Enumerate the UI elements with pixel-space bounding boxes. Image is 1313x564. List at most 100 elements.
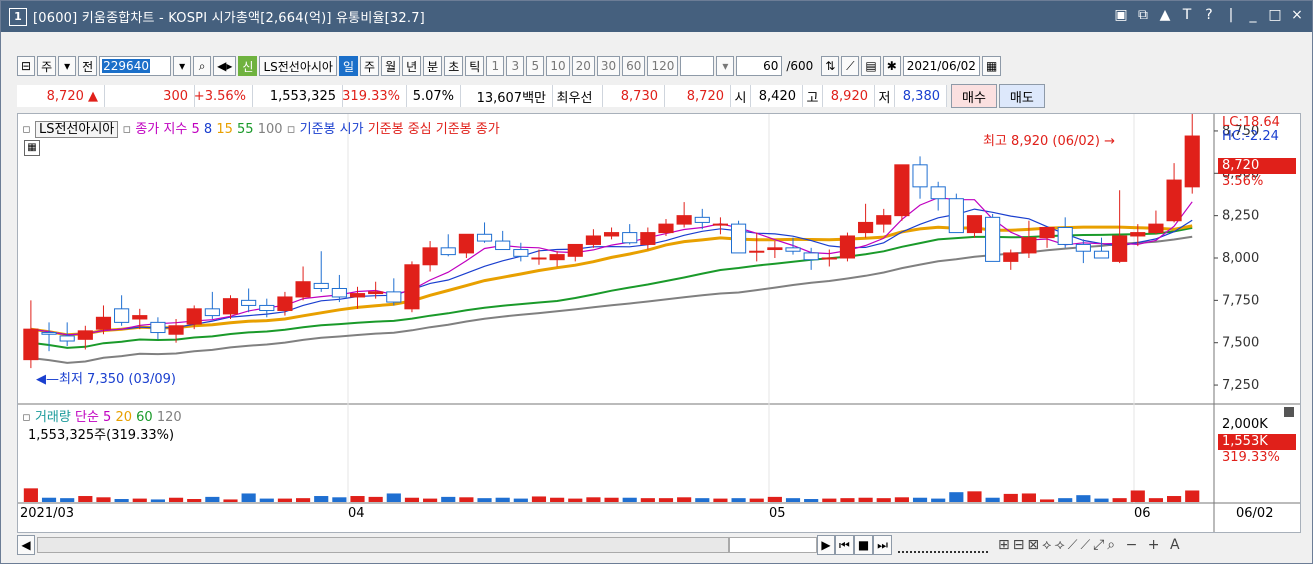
pin-icon[interactable]: ▲ (1158, 7, 1172, 23)
table-icon[interactable]: ▦ (24, 140, 40, 156)
volume-bar (858, 497, 873, 502)
volume-bar (1112, 498, 1127, 502)
search-icon[interactable]: ⌕ (193, 56, 212, 76)
play-button[interactable]: ▶ (817, 535, 835, 555)
forward-button[interactable]: ⏭ (873, 535, 892, 555)
change-percent: +3.56% (194, 85, 253, 107)
price-change: 300 (105, 85, 195, 107)
menu-icon[interactable]: ⊟ (17, 56, 36, 76)
copy-window-icon[interactable]: ⧉ (1136, 7, 1150, 23)
candle-body (676, 215, 692, 225)
tab-monthly[interactable]: 월 (381, 56, 401, 76)
volume-bar (550, 497, 565, 502)
axis-lc: LC:18.64 (1222, 115, 1280, 130)
volume-bar (1039, 499, 1055, 502)
new-badge[interactable]: 신 (238, 56, 258, 76)
rewind-button[interactable]: ⏮ (835, 535, 854, 555)
volume-bar (568, 498, 583, 502)
prev-button[interactable]: 전 (78, 56, 98, 76)
code-dropdown-icon[interactable]: ▾ (173, 56, 192, 76)
minute-dropdown-icon[interactable]: ▾ (716, 56, 735, 76)
candle-body (277, 296, 293, 312)
gear-icon[interactable]: ✱ (882, 56, 901, 76)
candle-body (331, 287, 347, 298)
tab-tick[interactable]: 틱 (465, 56, 485, 76)
chart-window: 1 [0600] 키움종합차트 - KOSPI 시가총액[2,664(억)] 유… (0, 0, 1313, 564)
volume-bar (205, 496, 220, 502)
tab-weekly[interactable]: 주 (360, 56, 380, 76)
scroll-left-icon[interactable]: ◀ (17, 535, 35, 555)
minute-option[interactable]: 20 (571, 56, 595, 76)
stock-type-dropdown-icon[interactable]: ▾ (58, 56, 77, 76)
buy-button[interactable]: 매수 (951, 84, 997, 108)
help-icon[interactable]: ? (1202, 7, 1216, 23)
minute-option[interactable]: 3 (506, 56, 525, 76)
volume-bar (350, 496, 365, 502)
candle-body (404, 264, 420, 310)
volume-bar (423, 498, 438, 502)
candle-body (894, 164, 910, 217)
scrollbar-thumb[interactable] (729, 537, 817, 553)
axis-hc: HC:-2.24 (1222, 129, 1279, 144)
scrollbar[interactable] (37, 537, 729, 553)
tab-minute[interactable]: 분 (423, 56, 443, 76)
candle-body (1075, 243, 1091, 252)
tab-second[interactable]: 초 (444, 56, 464, 76)
compare-icon[interactable]: ⇅ (821, 56, 840, 76)
price-axis-label: 7,250 (1222, 378, 1259, 393)
zoom-slider[interactable] (897, 537, 988, 553)
tab-yearly[interactable]: 년 (402, 56, 422, 76)
volume-bar (604, 497, 619, 502)
stock-code-input[interactable]: 229640 (99, 56, 172, 76)
volume-bar (332, 497, 347, 502)
tool-icons[interactable]: ⊞⊟⊠⟡⟢⟋⟋⤢⌕ − + A (998, 537, 1183, 553)
trend-tool-icon[interactable]: ⟋ (841, 56, 860, 76)
minute-option[interactable]: 10 (546, 56, 570, 76)
minute-option[interactable]: 5 (526, 56, 545, 76)
x-label-may: 05 (769, 506, 786, 521)
layout-icon[interactable]: ▣ (1114, 7, 1128, 23)
count-input[interactable]: 60 (736, 56, 783, 76)
minimize-icon[interactable]: _ (1246, 7, 1260, 23)
candle-body (858, 221, 874, 234)
date-input[interactable]: 2021/06/02 (902, 56, 980, 76)
tab-daily[interactable]: 일 (338, 56, 359, 76)
volume: 1,553,325 (253, 85, 343, 107)
minute-custom-input[interactable] (680, 56, 715, 76)
volume-bar (314, 496, 329, 502)
legend-vol-ma5: 5 (103, 410, 112, 425)
candle-body (912, 164, 928, 188)
candle-body (259, 304, 275, 312)
candle-body (186, 308, 202, 325)
save-icon[interactable]: ▤ (861, 56, 881, 76)
legend-stock-name[interactable]: LS전선아시아 (34, 121, 119, 138)
minute-option[interactable]: 1 (486, 56, 505, 76)
speaker-icon[interactable]: ◀▸ (213, 56, 237, 76)
volume-bar (985, 497, 1000, 502)
sell-button[interactable]: 매도 (998, 84, 1045, 108)
panel-close-icon[interactable] (1284, 407, 1294, 417)
close-icon[interactable]: × (1290, 7, 1304, 23)
font-icon[interactable]: T (1180, 7, 1194, 23)
high-price: 8,920 (823, 85, 875, 107)
stock-type-button[interactable]: 주 (37, 56, 57, 76)
volume-axis-tick: 2,000K (1222, 417, 1268, 432)
candle-body (1003, 252, 1019, 262)
legend-ref-mid: 기준봉 중심 (367, 122, 432, 137)
minute-option[interactable]: 60 (622, 56, 646, 76)
volume-bar (1076, 495, 1091, 502)
maximize-icon[interactable]: □ (1268, 7, 1282, 23)
stop-button[interactable]: ■ (853, 535, 874, 555)
legend-ma100: 100 (257, 122, 283, 137)
candle-body (985, 216, 1001, 262)
low-label: 저 (875, 85, 895, 107)
volume-bar (295, 498, 311, 502)
candle-body (731, 223, 747, 254)
minute-option[interactable]: 120 (647, 56, 679, 76)
calendar-icon[interactable]: ▦ (981, 56, 1002, 76)
legend-ref-close: 기준봉 종가 (435, 122, 500, 137)
minute-option[interactable]: 30 (596, 56, 621, 76)
candle-body (476, 233, 493, 242)
chart-area[interactable]: 8,7508,5008,2508,0007,7507,5007,250 ▫ LS… (17, 113, 1301, 533)
candle-body (658, 223, 674, 234)
